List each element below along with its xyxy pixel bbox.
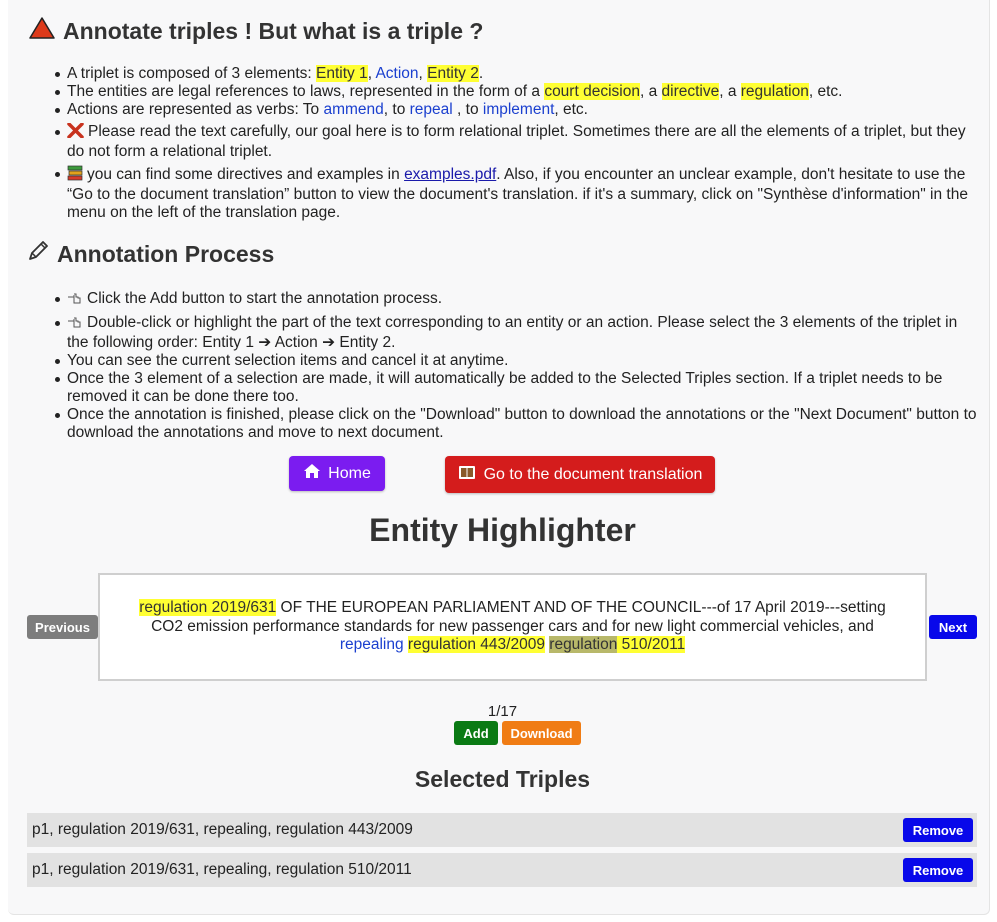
list-text: A triplet is composed of 3 elements: <box>67 65 316 82</box>
document-text: regulation 2019/631 OF THE EUROPEAN PARL… <box>122 599 903 655</box>
examples-pdf-link[interactable]: examples.pdf <box>404 166 496 183</box>
list-text: , a <box>719 83 741 100</box>
list-text: . <box>478 65 484 82</box>
document-translation-label: Go to the document translation <box>483 465 703 483</box>
red-cross-icon <box>67 122 84 143</box>
list-item: you can find some directives and example… <box>55 165 977 222</box>
list-text: , to <box>452 101 483 118</box>
list-text: The entities are legal references to law… <box>67 83 545 100</box>
list-text: Once the annotation is finished, please … <box>67 406 977 441</box>
page-counter: 1/17 <box>487 703 518 720</box>
list-text: Once the 3 element of a selection are ma… <box>67 370 943 405</box>
list-text: Actions are represented as verbs: To <box>67 101 324 118</box>
list-item: Once the annotation is finished, please … <box>55 406 977 442</box>
triple-text: p1, regulation 2019/631, repealing, regu… <box>32 821 413 838</box>
action-label: Action <box>375 65 419 82</box>
house-icon <box>303 463 321 484</box>
list-text: , etc. <box>554 101 588 118</box>
selected-triples-title: Selected Triples <box>414 766 591 792</box>
page-container: Annotate triples ! But what is a triple … <box>8 0 990 915</box>
entity-highlight[interactable]: regulation 2019/631 <box>139 599 277 617</box>
entity-highlight[interactable]: 510/2011 <box>621 636 686 654</box>
home-button[interactable]: Home <box>289 456 385 491</box>
remove-button[interactable]: Remove <box>903 818 973 842</box>
previous-button[interactable]: Previous <box>27 615 98 639</box>
books-icon <box>67 165 83 186</box>
entity-highlighter-title: Entity Highlighter <box>369 512 636 548</box>
section-title-annotate: Annotate triples ! But what is a triple … <box>29 17 483 45</box>
section-title-process: Annotation Process <box>27 240 274 268</box>
entity2-highlight: Entity 2 <box>427 65 479 82</box>
entity1-highlight: Entity 1 <box>315 65 368 82</box>
document-translation-button[interactable]: Go to the document translation <box>445 456 715 493</box>
entity-highlight[interactable]: regulation 443/2009 <box>407 636 545 654</box>
list-text: You can see the current selection items … <box>67 352 509 369</box>
home-button-label: Home <box>328 464 371 482</box>
list-text: , a <box>639 83 662 100</box>
list-item: The entities are legal references to law… <box>55 83 977 101</box>
next-button[interactable]: Next <box>929 615 977 639</box>
add-button[interactable]: Add <box>454 721 498 745</box>
list-item: Once the 3 element of a selection are ma… <box>55 370 977 406</box>
list-item: A triplet is composed of 3 elements: Ent… <box>55 65 977 83</box>
list-text: you can find some directives and example… <box>87 166 405 183</box>
triple-text: p1, regulation 2019/631, repealing, regu… <box>32 861 412 878</box>
intro-list: A triplet is composed of 3 elements: Ent… <box>55 65 977 222</box>
entity-highlight-selected[interactable]: regulation <box>549 636 618 654</box>
action-highlight[interactable]: repealing <box>340 636 404 653</box>
action-ammend: ammend <box>323 101 384 118</box>
regulation-highlight: regulation <box>740 83 809 100</box>
section-title-process-text: Annotation Process <box>57 240 275 267</box>
list-text: , <box>418 65 428 82</box>
table-row: p1, regulation 2019/631, repealing, regu… <box>27 853 977 887</box>
pointing-hand-icon <box>67 315 83 334</box>
remove-button[interactable]: Remove <box>903 858 973 882</box>
open-book-icon <box>458 465 476 485</box>
action-implement: implement <box>482 101 555 118</box>
document-text-box[interactable]: regulation 2019/631 OF THE EUROPEAN PARL… <box>98 573 927 681</box>
action-repeal: repeal <box>409 101 453 118</box>
section-title-annotate-text: Annotate triples ! But what is a triple … <box>63 17 484 44</box>
directive-highlight: directive <box>661 83 720 100</box>
court-decision-highlight: court decision <box>544 83 640 100</box>
list-item: Actions are represented as verbs: To amm… <box>55 101 977 119</box>
pencil-icon <box>27 240 49 268</box>
process-list: Click the Add button to start the annota… <box>55 290 977 442</box>
table-row: p1, regulation 2019/631, repealing, regu… <box>27 813 977 847</box>
list-text: Please read the text carefully, our goal… <box>67 123 966 160</box>
list-item: Please read the text carefully, our goal… <box>55 122 977 161</box>
pointing-hand-icon <box>67 291 83 310</box>
list-item: Double-click or highlight the part of th… <box>55 314 977 352</box>
list-text: , etc. <box>808 83 843 100</box>
list-text: , to <box>383 101 410 118</box>
list-item: Click the Add button to start the annota… <box>55 290 977 310</box>
warning-triangle-icon <box>29 17 55 45</box>
list-text: Double-click or highlight the part of th… <box>67 314 958 351</box>
list-text: Click the Add button to start the annota… <box>87 290 442 307</box>
download-button[interactable]: Download <box>502 721 581 745</box>
list-item: You can see the current selection items … <box>55 352 977 370</box>
